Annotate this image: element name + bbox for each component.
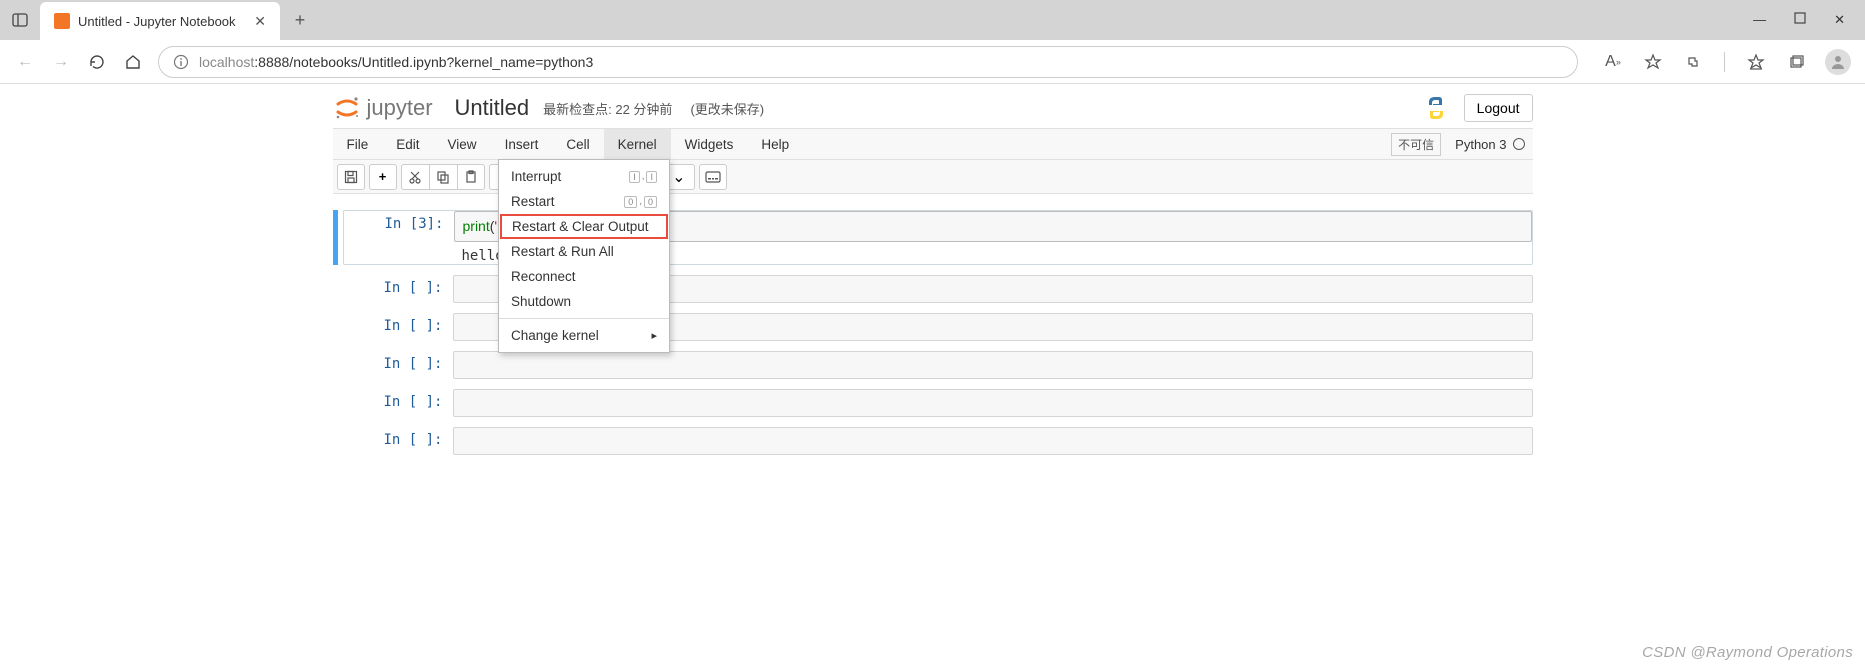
menu-insert[interactable]: Insert xyxy=(491,129,553,159)
url-input[interactable]: localhost:8888/notebooks/Untitled.ipynb?… xyxy=(158,46,1578,78)
code-cell[interactable]: In [ ]: xyxy=(333,389,1533,417)
menu-reconnect[interactable]: Reconnect xyxy=(499,264,669,289)
favorites-list-icon[interactable] xyxy=(1745,51,1767,73)
jupyter-logo[interactable]: jupyter xyxy=(333,94,433,122)
code-cell[interactable]: In [ ]: xyxy=(333,351,1533,379)
paste-button[interactable] xyxy=(457,164,485,190)
menu-restart-clear-output[interactable]: Restart & Clear Output xyxy=(500,214,668,239)
tab-title: Untitled - Jupyter Notebook xyxy=(78,14,236,29)
command-palette-button[interactable] xyxy=(699,164,727,190)
url-text: localhost:8888/notebooks/Untitled.ipynb?… xyxy=(199,54,593,70)
shortcut: 0,0 xyxy=(624,196,657,208)
checkpoint-text: 最新检查点: 22 分钟前 xyxy=(543,99,672,118)
trust-indicator[interactable]: 不可信 xyxy=(1391,133,1441,156)
jupyter-logo-text: jupyter xyxy=(367,95,433,121)
collections-icon[interactable] xyxy=(1785,51,1807,73)
kernel-name-text: Python 3 xyxy=(1455,137,1506,152)
menu-label: Interrupt xyxy=(511,169,561,184)
cell-prompt: In [ ]: xyxy=(343,427,453,455)
back-button[interactable]: ← xyxy=(14,51,36,73)
tab-panel-button[interactable] xyxy=(0,0,40,40)
menu-restart-run-all[interactable]: Restart & Run All xyxy=(499,239,669,264)
menu-interrupt[interactable]: Interrupt I,I xyxy=(499,164,669,189)
kernel-indicator[interactable]: Python 3 xyxy=(1455,137,1524,152)
menubar: File Edit View Insert Cell Kernel Widget… xyxy=(333,128,1533,160)
cell-prompt: In [ ]: xyxy=(343,389,453,417)
menu-restart[interactable]: Restart 0,0 xyxy=(499,189,669,214)
cell-prompt: In [3]: xyxy=(344,211,454,264)
cell-select-bar xyxy=(333,210,343,265)
cell-input[interactable] xyxy=(453,427,1533,455)
watermark: CSDN @Raymond Operations xyxy=(1642,644,1853,661)
cell-input[interactable] xyxy=(453,351,1533,379)
logout-button[interactable]: Logout xyxy=(1464,94,1533,122)
site-info-icon[interactable] xyxy=(173,54,189,70)
copy-button[interactable] xyxy=(429,164,457,190)
menu-edit[interactable]: Edit xyxy=(382,129,433,159)
menu-label: Reconnect xyxy=(511,269,576,284)
refresh-button[interactable] xyxy=(86,51,108,73)
menu-shutdown[interactable]: Shutdown xyxy=(499,289,669,314)
menu-widgets[interactable]: Widgets xyxy=(671,129,748,159)
menu-view[interactable]: View xyxy=(434,129,491,159)
read-aloud-icon[interactable]: A» xyxy=(1602,51,1624,73)
browser-tab[interactable]: Untitled - Jupyter Notebook ✕ xyxy=(40,2,280,40)
menu-label: Shutdown xyxy=(511,294,571,309)
address-bar: ← → localhost:8888/notebooks/Untitled.ip… xyxy=(0,40,1865,84)
minimize-icon[interactable]: — xyxy=(1753,12,1766,28)
menu-separator xyxy=(499,318,669,319)
cell-input[interactable] xyxy=(453,389,1533,417)
browser-tab-strip: Untitled - Jupyter Notebook ✕ + — ✕ xyxy=(0,0,1865,40)
submenu-arrow-icon: ▸ xyxy=(651,329,657,342)
chevron-down-icon: ⌄ xyxy=(672,167,685,187)
maximize-icon[interactable] xyxy=(1794,12,1806,28)
shortcut: I,I xyxy=(629,171,657,183)
menu-file[interactable]: File xyxy=(333,129,383,159)
insert-cell-button[interactable]: + xyxy=(369,164,397,190)
menu-label: Restart & Run All xyxy=(511,244,614,259)
window-controls: — ✕ xyxy=(1753,12,1865,28)
tab-close-icon[interactable]: ✕ xyxy=(254,13,266,30)
page-content: jupyter Untitled 最新检查点: 22 分钟前 (更改未保存) L… xyxy=(0,84,1865,669)
kernel-status-icon xyxy=(1513,138,1525,150)
cell-prompt: In [ ]: xyxy=(343,313,453,341)
save-button[interactable] xyxy=(337,164,365,190)
jupyter-favicon-icon xyxy=(54,13,70,29)
close-icon[interactable]: ✕ xyxy=(1834,12,1845,28)
jupyter-logo-icon xyxy=(333,94,361,122)
notebook-header: jupyter Untitled 最新检查点: 22 分钟前 (更改未保存) L… xyxy=(333,84,1533,128)
forward-button[interactable]: → xyxy=(50,51,72,73)
new-tab-button[interactable]: + xyxy=(280,10,320,31)
cell-prompt: In [ ]: xyxy=(343,351,453,379)
notebook-title[interactable]: Untitled xyxy=(455,95,530,121)
cell-prompt: In [ ]: xyxy=(343,275,453,303)
profile-avatar[interactable] xyxy=(1825,49,1851,75)
code-cell[interactable]: In [ ]: xyxy=(333,427,1533,455)
cut-button[interactable] xyxy=(401,164,429,190)
unsaved-text: (更改未保存) xyxy=(690,99,764,118)
favorite-icon[interactable] xyxy=(1642,51,1664,73)
kernel-dropdown-menu: Interrupt I,I Restart 0,0 Restart & Clea… xyxy=(498,159,670,353)
home-button[interactable] xyxy=(122,51,144,73)
python-logo-icon xyxy=(1422,94,1450,122)
menu-help[interactable]: Help xyxy=(747,129,803,159)
menu-label: Restart xyxy=(511,194,555,209)
extensions-icon[interactable] xyxy=(1682,51,1704,73)
menu-change-kernel[interactable]: Change kernel ▸ xyxy=(499,323,669,348)
menu-kernel[interactable]: Kernel xyxy=(604,129,671,159)
separator xyxy=(1724,52,1725,72)
menu-label: Change kernel xyxy=(511,328,599,343)
menu-label: Restart & Clear Output xyxy=(512,219,649,234)
menu-cell[interactable]: Cell xyxy=(552,129,603,159)
